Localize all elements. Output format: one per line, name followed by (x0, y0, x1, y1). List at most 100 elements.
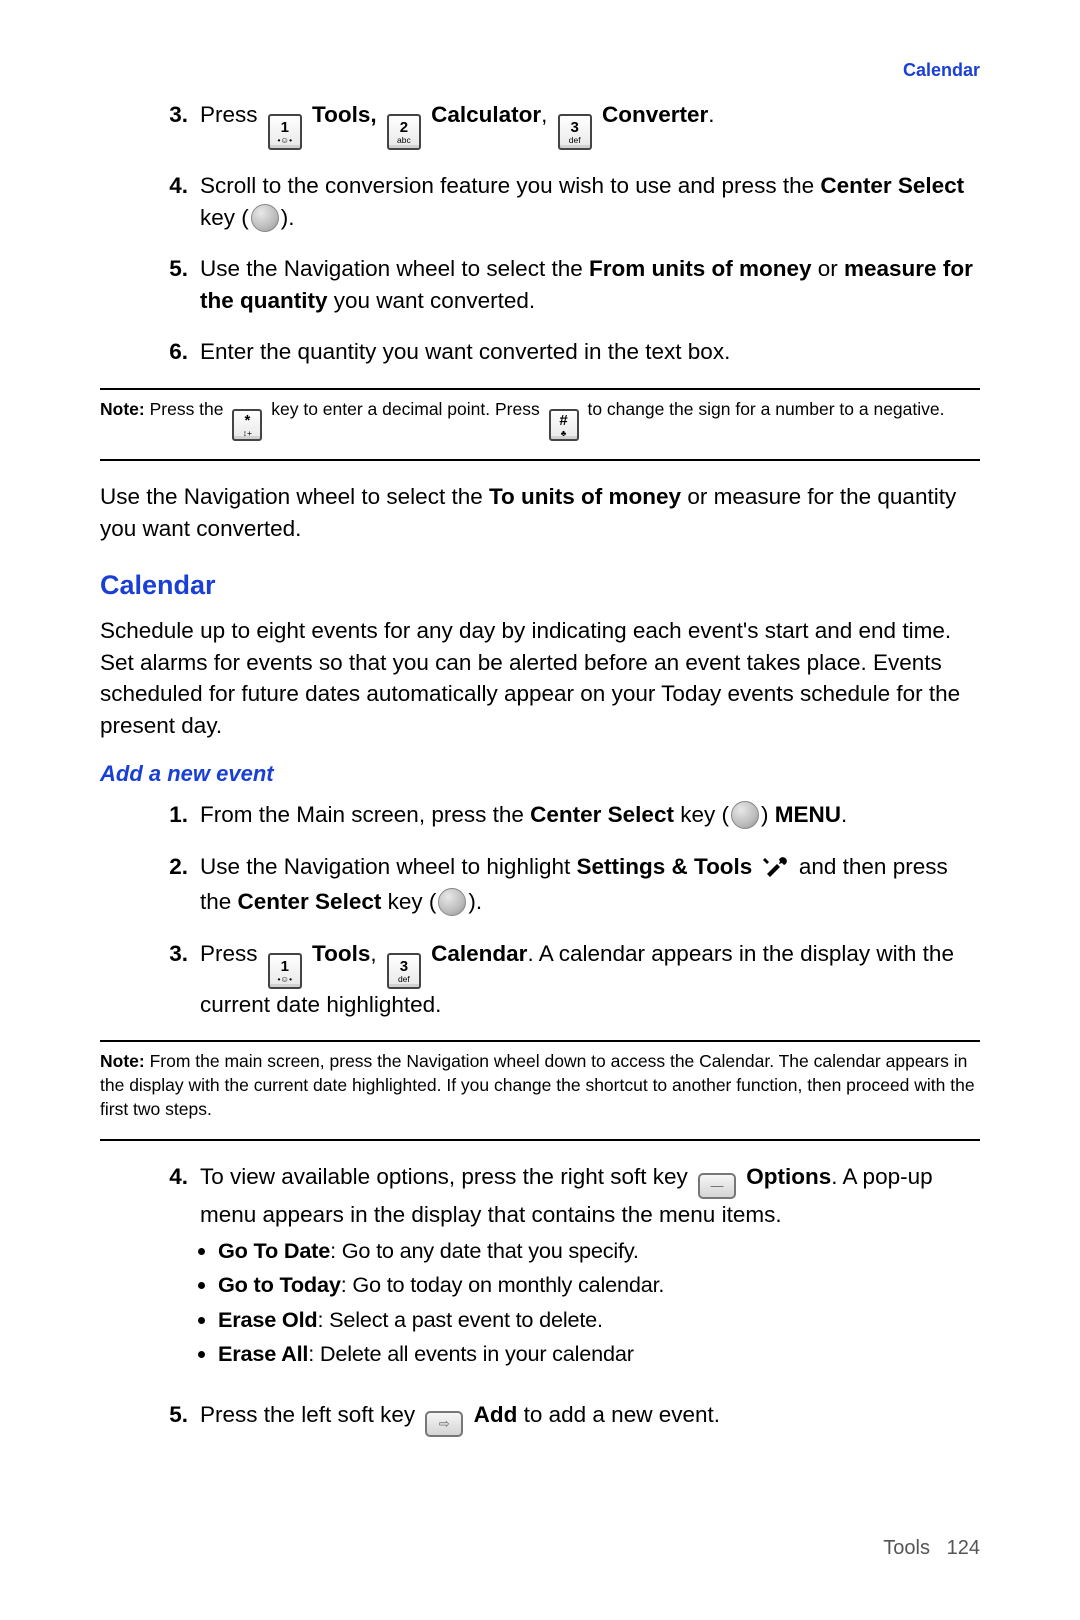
add-event-steps: 1. From the Main screen, press the Cente… (160, 799, 980, 1020)
bold-text: Center Select (820, 173, 964, 198)
key-3-icon: 3def (558, 114, 592, 150)
settings-tools-icon (763, 854, 789, 887)
bullet-item: Erase All: Delete all events in your cal… (218, 1338, 980, 1371)
bold-text: Options (746, 1164, 831, 1189)
step-1: 1. From the Main screen, press the Cente… (160, 799, 980, 831)
step-body: Enter the quantity you want converted in… (200, 336, 980, 368)
step-body: From the Main screen, press the Center S… (200, 799, 980, 831)
step-body: Use the Navigation wheel to select the F… (200, 253, 980, 316)
key-3-icon: 3def (387, 953, 421, 989)
key-1-icon: 1•☺• (268, 114, 302, 150)
bold-text: Converter (602, 102, 708, 127)
step-number: 4. (160, 1161, 188, 1193)
text: ) (761, 802, 775, 827)
add-new-event-heading: Add a new event (100, 761, 980, 787)
footer-section: Tools (883, 1537, 930, 1559)
right-soft-key-icon: — (698, 1173, 736, 1199)
calendar-heading: Calendar (100, 570, 980, 601)
note-label: Note: (100, 399, 145, 419)
key-1-icon: 1•☺• (268, 953, 302, 989)
step-number: 1. (160, 799, 188, 831)
divider (100, 1139, 980, 1141)
bold-text: Add (474, 1402, 518, 1427)
divider (100, 459, 980, 461)
bold-text: Center Select (238, 889, 382, 914)
bold-text: Go To Date (218, 1238, 330, 1263)
converter-to-units-para: Use the Navigation wheel to select the T… (100, 481, 980, 544)
divider (100, 1040, 980, 1042)
text: . (841, 802, 847, 827)
text: or (812, 256, 845, 281)
step-body: Press the left soft key ⇨ Add to add a n… (200, 1399, 980, 1437)
step-3: 3. Press 1•☺• Tools, 3def Calendar. A ca… (160, 938, 980, 1021)
center-select-icon (438, 888, 466, 916)
step-number: 2. (160, 851, 188, 883)
step-number: 3. (160, 938, 188, 970)
note-label: Note: (100, 1051, 145, 1071)
bullet-item: Go to Today: Go to today on monthly cale… (218, 1269, 980, 1302)
note-decimal-sign: Note: Press the *↕+ key to enter a decim… (100, 398, 980, 441)
text: Press (200, 102, 264, 127)
page-footer: Tools 124 (883, 1537, 980, 1560)
bold-text: Erase Old (218, 1307, 317, 1332)
step-body: Use the Navigation wheel to highlight Se… (200, 851, 980, 918)
step-number: 5. (160, 253, 188, 285)
text: : Go to any date that you specify. (330, 1238, 639, 1263)
step-number: 4. (160, 170, 188, 202)
bold-text: Tools, (312, 102, 377, 127)
step-number: 6. (160, 336, 188, 368)
text: From the Main screen, press the (200, 802, 530, 827)
options-bullets: Go To Date: Go to any date that you spec… (218, 1235, 980, 1371)
text: to change the sign for a number to a neg… (587, 399, 944, 419)
key-2-icon: 2abc (387, 114, 421, 150)
step-5: 5. Use the Navigation wheel to select th… (160, 253, 980, 316)
text: . (708, 102, 714, 127)
key-star-icon: *↕+ (232, 409, 262, 441)
manual-page: Calendar 3. Press 1•☺• Tools, 2abc Calcu… (0, 0, 1080, 1620)
key-hash-icon: #♣ (549, 409, 579, 441)
text: : Delete all events in your calendar (308, 1341, 634, 1366)
text: Use the Navigation wheel to select the (200, 256, 589, 281)
step-4: 4. Scroll to the conversion feature you … (160, 170, 980, 233)
bold-text: MENU (775, 802, 841, 827)
add-event-steps-continued: 4. To view available options, press the … (160, 1161, 980, 1437)
step-body: Press 1•☺• Tools, 2abc Calculator, 3def … (200, 99, 980, 150)
bold-text: Settings & Tools (576, 854, 752, 879)
text: you want converted. (328, 288, 536, 313)
text: : Select a past event to delete. (317, 1307, 602, 1332)
text: Use the Navigation wheel to highlight (200, 854, 576, 879)
left-soft-key-icon: ⇨ (425, 1411, 463, 1437)
text: : Go to today on monthly calendar. (341, 1272, 665, 1297)
step-3: 3. Press 1•☺• Tools, 2abc Calculator, 3d… (160, 99, 980, 150)
footer-page-number: 124 (947, 1537, 980, 1559)
text: Press the left soft key (200, 1402, 421, 1427)
bold-text: Erase All (218, 1341, 308, 1366)
bold-text: Calculator (431, 102, 541, 127)
step-2: 2. Use the Navigation wheel to highlight… (160, 851, 980, 918)
text: From the main screen, press the Navigati… (100, 1051, 975, 1118)
text: key ( (200, 205, 249, 230)
step-number: 5. (160, 1399, 188, 1431)
text: Press (200, 941, 264, 966)
header-section-link: Calendar (100, 60, 980, 81)
calendar-intro: Schedule up to eight events for any day … (100, 615, 980, 741)
step-6: 6. Enter the quantity you want converted… (160, 336, 980, 368)
step-5: 5. Press the left soft key ⇨ Add to add … (160, 1399, 980, 1437)
text: to add a new event. (517, 1402, 720, 1427)
bold-text: From units of money (589, 256, 812, 281)
text: , (370, 941, 383, 966)
text: Scroll to the conversion feature you wis… (200, 173, 820, 198)
bullet-item: Erase Old: Select a past event to delete… (218, 1304, 980, 1337)
text: key to enter a decimal point. Press (271, 399, 544, 419)
bold-text: Calendar (431, 941, 527, 966)
text: key ( (674, 802, 729, 827)
center-select-icon (251, 204, 279, 232)
text: ). (281, 205, 295, 230)
text: Press the (145, 399, 229, 419)
step-body: Press 1•☺• Tools, 3def Calendar. A calen… (200, 938, 980, 1021)
note-calendar-shortcut: Note: From the main screen, press the Na… (100, 1050, 980, 1121)
text: ). (468, 889, 482, 914)
center-select-icon (731, 801, 759, 829)
bullet-item: Go To Date: Go to any date that you spec… (218, 1235, 980, 1268)
step-body: To view available options, press the rig… (200, 1161, 980, 1379)
